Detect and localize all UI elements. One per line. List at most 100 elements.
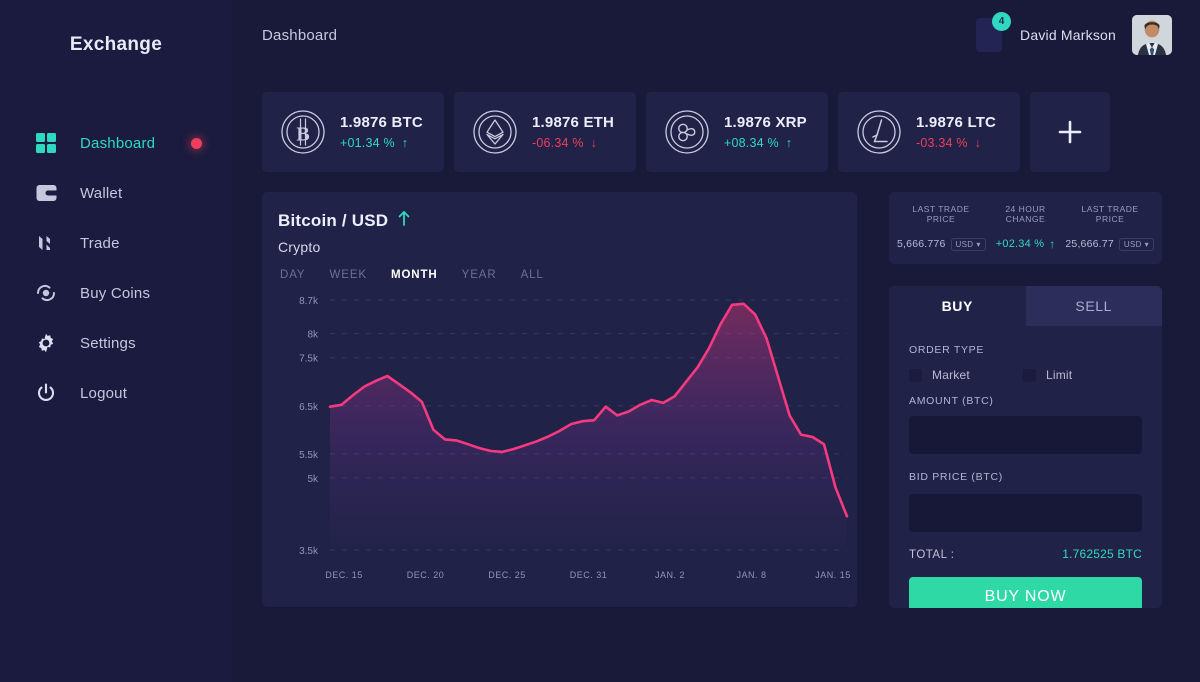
ticker-change: +08.34 % ↑ <box>724 134 807 152</box>
svg-text:8.7k: 8.7k <box>299 296 319 307</box>
topbar: Dashboard 4 David Markson <box>232 0 1200 70</box>
ticker-change-value: +01.34 % <box>340 135 395 150</box>
topbar-right: 4 David Markson <box>976 12 1172 55</box>
ticker-card-eth[interactable]: 1.9876 ETH -06.34 % ↓ <box>454 92 636 172</box>
main-area: Dashboard 4 David Markson B 1.9876 BTC +… <box>232 0 1200 682</box>
tab-sell[interactable]: SELL <box>1025 286 1162 326</box>
svg-text:B: B <box>296 124 309 146</box>
breadcrumb: Dashboard <box>262 26 338 44</box>
arrow-down-icon: ↓ <box>590 135 598 150</box>
ticker-amount: 1.9876 ETH <box>532 114 615 132</box>
checkbox-icon[interactable] <box>1023 368 1036 382</box>
ticker-change: +01.34 % ↑ <box>340 134 423 152</box>
currency-label: USD <box>955 239 974 249</box>
amount-label: AMOUNT (BTC) <box>909 395 994 407</box>
order-type-market[interactable]: Market <box>909 368 1023 382</box>
sidebar-item-dashboard[interactable]: Dashboard <box>0 118 232 168</box>
exchange-dashboard: Exchange Dashboard Wallet Trade Buy Coin… <box>0 0 1200 682</box>
chart-range-tabs: DAY WEEK MONTH YEAR ALL <box>278 269 837 281</box>
amount-input[interactable] <box>909 416 1142 454</box>
ticker-card-btc[interactable]: B 1.9876 BTC +01.34 % ↑ <box>262 92 444 172</box>
bid-price-label: BID PRICE (BTC) <box>909 471 1003 483</box>
sidebar-item-trade[interactable]: Trade <box>0 218 232 268</box>
arrow-up-icon <box>397 210 411 231</box>
svg-text:JAN. 15: JAN. 15 <box>815 570 851 580</box>
tab-buy[interactable]: BUY <box>889 286 1026 326</box>
wallet-icon <box>34 181 58 205</box>
svg-text:DEC. 31: DEC. 31 <box>570 570 608 580</box>
sidebar-item-label: Buy Coins <box>80 284 151 302</box>
svg-text:6.5k: 6.5k <box>299 402 319 413</box>
ticker-card-xrp[interactable]: 1.9876 XRP +08.34 % ↑ <box>646 92 828 172</box>
chart-subtitle: Crypto <box>278 239 321 255</box>
avatar[interactable] <box>1132 15 1172 55</box>
bid-price-input[interactable] <box>909 494 1142 532</box>
notification-dot <box>191 137 202 149</box>
hour-change-cell: +02.34 % ↑ <box>986 237 1066 251</box>
ticker-card-ltc[interactable]: 1.9876 LTC -03.34 % ↓ <box>838 92 1020 172</box>
svg-text:3.5k: 3.5k <box>299 546 319 557</box>
sidebar-nav: Dashboard Wallet Trade Buy Coins Setting… <box>0 118 232 418</box>
svg-text:5.5k: 5.5k <box>299 450 319 461</box>
sidebar-item-label: Settings <box>80 334 136 352</box>
tab-year[interactable]: YEAR <box>462 269 497 281</box>
ticker-amount: 1.9876 LTC <box>916 114 997 132</box>
price-value: 5,666.776 <box>897 238 946 250</box>
ticker-change-value: -03.34 % <box>916 135 968 150</box>
right-column: LAST TRADE PRICE 24 HOUR CHANGE LAST TRA… <box>889 192 1162 608</box>
total-label: TOTAL : <box>909 549 955 561</box>
buy-now-button[interactable]: BUY NOW <box>909 577 1142 608</box>
price-panel-values: 5,666.776 USD ▾ +02.34 % ↑ 25,666.77 USD… <box>897 237 1154 251</box>
tab-week[interactable]: WEEK <box>330 269 367 281</box>
tab-day[interactable]: DAY <box>280 269 306 281</box>
currency-label: USD <box>1123 239 1142 249</box>
svg-text:7.5k: 7.5k <box>299 354 319 365</box>
add-coin-button[interactable] <box>1030 92 1110 172</box>
gear-icon <box>34 331 58 355</box>
total-value: 1.762525 BTC <box>1062 547 1142 561</box>
power-icon <box>34 381 58 405</box>
sidebar-item-label: Trade <box>80 234 120 252</box>
ticker-amount: 1.9876 BTC <box>340 114 423 132</box>
order-type-limit[interactable]: Limit <box>1023 368 1137 382</box>
chart-title-row: Bitcoin / USD <box>278 210 837 231</box>
svg-text:DEC. 15: DEC. 15 <box>325 570 363 580</box>
svg-text:JAN. 2: JAN. 2 <box>655 570 685 580</box>
chart-panel: Bitcoin / USD Crypto DAY WEEK MONTH YEAR… <box>262 192 857 607</box>
currency-select[interactable]: USD ▾ <box>950 237 986 251</box>
price-panel-headers: LAST TRADE PRICE 24 HOUR CHANGE LAST TRA… <box>897 204 1154 224</box>
order-panel: BUY SELL ORDER TYPE Market Limit AMOUNT … <box>889 286 1162 608</box>
order-form: ORDER TYPE Market Limit AMOUNT (BTC) BID… <box>889 326 1162 608</box>
chevron-down-icon: ▾ <box>1144 239 1149 249</box>
bitcoin-icon: B <box>280 109 326 155</box>
arrow-up-icon: ↑ <box>785 135 793 150</box>
sidebar-item-buy-coins[interactable]: Buy Coins <box>0 268 232 318</box>
price-chart: 8.7k 8k 7.5k 6.5k 5.5k 5k 3.5k DEC. 15 DEC. 20 DE… <box>278 292 853 592</box>
order-type-label: ORDER TYPE <box>909 344 985 356</box>
last-trade-price-2: 25,666.77 USD ▾ <box>1065 237 1154 251</box>
svg-text:5k: 5k <box>307 474 319 485</box>
plus-icon <box>1058 120 1082 144</box>
notification-badge: 4 <box>992 12 1012 31</box>
svg-text:DEC. 20: DEC. 20 <box>407 570 445 580</box>
brand-logo: Exchange <box>69 34 163 55</box>
change-value: +02.34 % <box>995 238 1045 250</box>
tab-all[interactable]: ALL <box>521 269 544 281</box>
svg-text:JAN. 8: JAN. 8 <box>736 570 766 580</box>
price-col-header: LAST TRADE PRICE <box>1081 204 1139 224</box>
page-title: Bitcoin / USD <box>278 210 389 230</box>
sidebar-item-logout[interactable]: Logout <box>0 368 232 418</box>
svg-text:DEC. 25: DEC. 25 <box>488 570 526 580</box>
svg-text:8k: 8k <box>307 330 319 341</box>
sidebar-item-settings[interactable]: Settings <box>0 318 232 368</box>
price-col-header: 24 HOUR CHANGE <box>1005 204 1046 224</box>
currency-select[interactable]: USD ▾ <box>1118 237 1154 251</box>
ticker-text: 1.9876 ETH -06.34 % ↓ <box>532 112 614 152</box>
price-value: 25,666.77 <box>1065 238 1114 250</box>
price-col-header: LAST TRADE PRICE <box>912 204 970 224</box>
notifications-button[interactable]: 4 <box>976 12 1012 52</box>
total-row: TOTAL : 1.762525 BTC <box>909 547 1142 561</box>
sidebar-item-wallet[interactable]: Wallet <box>0 168 232 218</box>
checkbox-icon[interactable] <box>909 368 922 382</box>
tab-month[interactable]: MONTH <box>391 269 438 281</box>
